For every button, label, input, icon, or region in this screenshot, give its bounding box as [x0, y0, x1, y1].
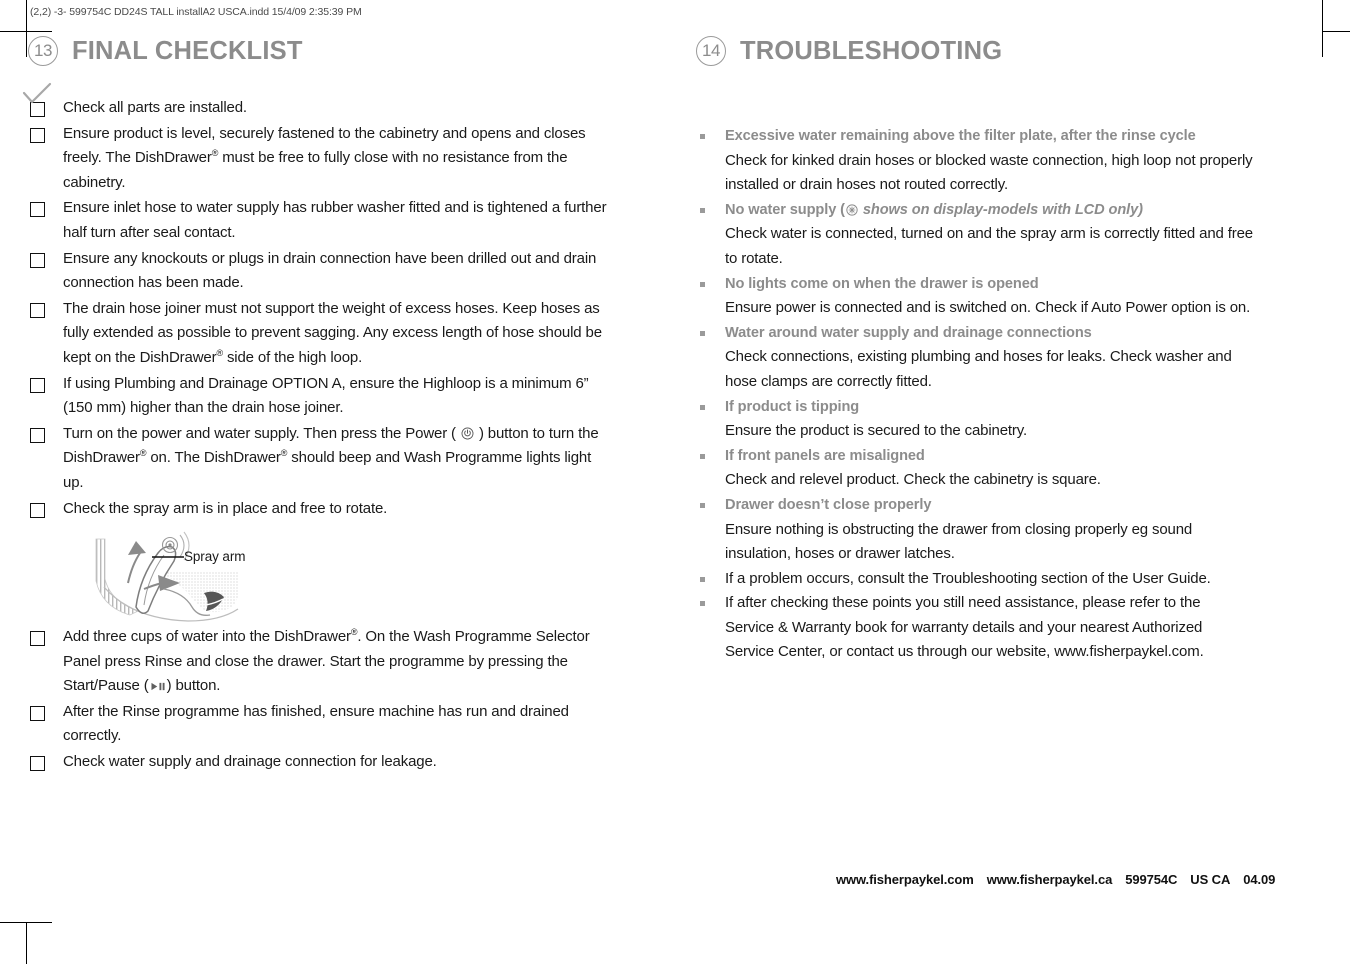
troubleshooting-body: Check for kinked drain hoses or blocked … — [725, 151, 1253, 194]
troubleshooting-item: No lights come on when the drawer is ope… — [696, 272, 1296, 321]
troubleshooting-note-item: If a problem occurs, consult the Trouble… — [696, 567, 1296, 592]
footer: www.fisherpaykel.com www.fisherpaykel.ca 5… — [836, 872, 1279, 887]
checklist-item-label: Turn on the power and water supply. Then… — [63, 422, 615, 496]
spray-arm-label: Spray arm — [184, 549, 246, 565]
check-mark-icon — [22, 82, 52, 104]
checklist-item[interactable]: If using Plumbing and Drainage OPTION A,… — [28, 372, 638, 421]
checklist-item[interactable]: Ensure inlet hose to water supply has ru… — [28, 196, 638, 245]
checkbox[interactable] — [30, 127, 45, 143]
troubleshooting-heading: If front panels are misaligned — [725, 447, 925, 464]
troubleshooting-heading: If product is tipping — [725, 398, 860, 415]
troubleshooting-body: Ensure power is connected and is switche… — [725, 299, 1251, 317]
checklist-group: Check all parts are installed. Ensure pr… — [28, 96, 638, 521]
crop-mark-top-right — [1302, 0, 1350, 60]
checkbox[interactable] — [30, 302, 45, 318]
troubleshooting-body: Ensure nothing is obstructing the drawer… — [725, 520, 1193, 563]
checklist-item-label: Check the spray arm is in place and free… — [63, 499, 388, 517]
checklist-item-label: Add three cups of water into the DishDra… — [63, 625, 615, 699]
troubleshooting-heading: No lights come on when the drawer is ope… — [725, 275, 1039, 292]
troubleshooting-item: Drawer doesn’t close properly Ensure not… — [696, 493, 1296, 567]
bullet-square-icon — [700, 281, 705, 287]
checklist-item-label: Ensure inlet hose to water supply has ru… — [63, 199, 607, 241]
footer-website-com[interactable]: www.fisherpaykel.com — [836, 872, 974, 887]
bullet-square-icon — [700, 601, 705, 607]
start-pause-icon — [151, 683, 165, 691]
checklist-text-before: Turn on the power and water supply. Then… — [63, 424, 460, 442]
checkbox[interactable] — [30, 252, 45, 268]
checklist-item-label: Check all parts are installed. — [63, 99, 247, 116]
bullet-square-icon — [700, 453, 705, 459]
troubleshooting-item: Excessive water remaining above the filt… — [696, 124, 1296, 198]
spray-arm-illustration — [95, 531, 239, 622]
checkbox[interactable] — [30, 377, 45, 393]
footer-region: US CA — [1190, 872, 1231, 887]
troubleshooting-body: Check connections, existing plumbing and… — [725, 348, 1232, 390]
checklist-item[interactable]: The drain hose joiner must not support t… — [28, 297, 638, 371]
troubleshooting-item: No water supply ( shows on display-model… — [696, 198, 1296, 272]
troubleshooting-item: Water around water supply and drainage c… — [696, 321, 1296, 395]
checklist-item-label: Check water supply and drainage connecti… — [63, 753, 437, 771]
checklist-item-label: After the Rinse programme has finished, … — [63, 702, 569, 745]
checklist-item-label: Ensure product is level, securely fasten… — [63, 124, 586, 191]
troubleshooting-item: If front panels are misaligned Check and… — [696, 444, 1296, 493]
troubleshooting-body: Check water is connected, turned on and … — [725, 225, 1253, 267]
troubleshooting-heading: No water supply ( shows on display-model… — [725, 198, 1296, 223]
checklist-item[interactable]: Turn on the power and water supply. Then… — [28, 422, 638, 496]
checklist-item[interactable]: Ensure product is level, securely fasten… — [28, 122, 638, 196]
checklist-text-before: Add three cups of water into the DishDra… — [63, 627, 590, 695]
troubleshooting-item: If product is tipping Ensure the product… — [696, 395, 1296, 444]
power-icon — [461, 427, 474, 440]
checklist-text-after: ) button. — [166, 677, 221, 695]
checklist-group-after-figure: Add three cups of water into the DishDra… — [28, 625, 638, 775]
checklist-item-label: If using Plumbing and Drainage OPTION A,… — [63, 374, 589, 417]
checklist-item[interactable]: Add three cups of water into the DishDra… — [28, 625, 638, 699]
section-number-badge: 14 — [696, 36, 726, 66]
troubleshooting-heading: Excessive water remaining above the filt… — [725, 128, 1196, 144]
checklist-item[interactable]: After the Rinse programme has finished, … — [28, 700, 638, 749]
checkbox[interactable] — [30, 631, 45, 647]
troubleshooting-list: Excessive water remaining above the filt… — [696, 124, 1296, 665]
page-title-troubleshooting: TROUBLESHOOTING — [740, 36, 1003, 65]
checklist-item-label: Ensure any knockouts or plugs in drain c… — [63, 249, 597, 292]
checklist-item[interactable]: Check all parts are installed. — [28, 96, 638, 121]
checkbox[interactable] — [30, 502, 45, 518]
checklist-item[interactable]: Check the spray arm is in place and free… — [28, 497, 638, 522]
bullet-square-icon — [700, 330, 705, 336]
checklist-item[interactable]: Check water supply and drainage connecti… — [28, 750, 638, 775]
page-title-final-checklist: FINAL CHECKLIST — [72, 36, 303, 65]
checkbox[interactable] — [30, 427, 45, 443]
footer-date: 04.09 — [1243, 872, 1276, 887]
troubleshooting-note-item: If after checking these points you still… — [696, 591, 1296, 665]
section-header-troubleshooting: 14 TROUBLESHOOTING — [696, 36, 1296, 66]
bullet-square-icon — [700, 207, 705, 213]
troubleshooting-note: If after checking these points you still… — [725, 594, 1204, 661]
heading-note: shows on display-models with LCD only) — [858, 201, 1143, 218]
footer-doc-code: 599754C — [1125, 872, 1178, 887]
troubleshooting-heading: Drawer doesn’t close properly — [725, 496, 932, 513]
right-column: 14 TROUBLESHOOTING Excessive water remai… — [696, 0, 1296, 665]
no-water-tap-icon — [846, 204, 858, 216]
troubleshooting-body: Ensure the product is secured to the cab… — [725, 422, 1028, 440]
section-number-badge: 13 — [28, 36, 58, 66]
checkbox[interactable] — [30, 756, 45, 772]
section-header-final-checklist: 13 FINAL CHECKLIST — [28, 36, 638, 66]
checklist-item-label: The drain hose joiner must not support t… — [63, 299, 602, 366]
bullet-square-icon — [700, 134, 705, 139]
checkbox[interactable] — [30, 202, 45, 218]
bullet-square-icon — [700, 576, 705, 582]
heading-text-before: No water supply ( — [725, 201, 845, 218]
spray-arm-diagram: Spray arm — [92, 527, 638, 625]
checklist-item[interactable]: Ensure any knockouts or plugs in drain c… — [28, 247, 638, 296]
footer-website-ca[interactable]: www.fisherpaykel.ca — [987, 872, 1113, 887]
bullet-square-icon — [700, 502, 705, 508]
checkbox[interactable] — [30, 705, 45, 721]
troubleshooting-body: Check and relevel product. Check the cab… — [725, 471, 1101, 489]
troubleshooting-heading: Water around water supply and drainage c… — [725, 324, 1092, 341]
troubleshooting-note: If a problem occurs, consult the Trouble… — [725, 569, 1211, 587]
left-column: 13 FINAL CHECKLIST Check all parts are i… — [28, 0, 638, 776]
crop-mark-bottom-left — [0, 900, 60, 964]
bullet-square-icon — [700, 404, 705, 410]
